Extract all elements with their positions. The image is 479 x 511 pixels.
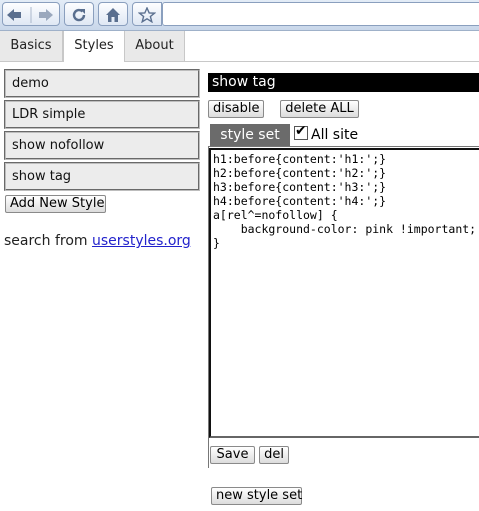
forward-arrow-icon[interactable]: [39, 9, 53, 21]
style-list-item[interactable]: show nofollow: [4, 131, 200, 160]
new-style-set-button[interactable]: new style set: [211, 487, 302, 505]
disable-button[interactable]: disable: [208, 100, 264, 118]
style-list-item[interactable]: demo: [4, 69, 200, 98]
home-icon: [106, 8, 120, 22]
all-site-option: ✔ All site: [294, 123, 359, 144]
all-site-checkbox[interactable]: ✔: [294, 123, 308, 140]
all-site-label: All site: [311, 127, 359, 143]
style-list-item[interactable]: show tag: [4, 162, 200, 191]
delete-all-button[interactable]: delete ALL: [280, 100, 359, 118]
search-prefix: search from: [4, 233, 92, 249]
address-bar[interactable]: [162, 2, 479, 26]
browser-toolbar: [0, 0, 479, 31]
style-list-item[interactable]: LDR simple: [4, 100, 200, 129]
checkmark-icon: ✔: [295, 123, 307, 139]
reload-icon: [72, 8, 86, 22]
options-tabs: Basics Styles About: [0, 31, 479, 62]
tab-style-set[interactable]: style set: [210, 124, 290, 147]
back-arrow-icon[interactable]: [7, 9, 21, 21]
home-button[interactable]: [98, 2, 128, 26]
back-forward-icons: [7, 7, 53, 23]
save-button[interactable]: Save: [210, 446, 255, 464]
tab-basics[interactable]: Basics: [0, 31, 63, 61]
css-code-textarea[interactable]: h1:before{content:'h1:';} h2:before{cont…: [209, 148, 479, 438]
userstyles-link[interactable]: userstyles.org: [92, 233, 191, 249]
tab-styles[interactable]: Styles: [63, 31, 125, 62]
tab-about[interactable]: About: [125, 31, 185, 61]
bookmark-button[interactable]: [132, 2, 162, 26]
del-button[interactable]: del: [259, 446, 289, 464]
add-new-style-button[interactable]: Add New Style: [5, 195, 106, 213]
reload-button[interactable]: [64, 2, 94, 26]
style-name-input[interactable]: show tag: [208, 73, 479, 92]
back-forward-group: [2, 2, 60, 26]
star-icon: [138, 7, 156, 23]
search-from-text: search from userstyles.org: [4, 233, 191, 249]
